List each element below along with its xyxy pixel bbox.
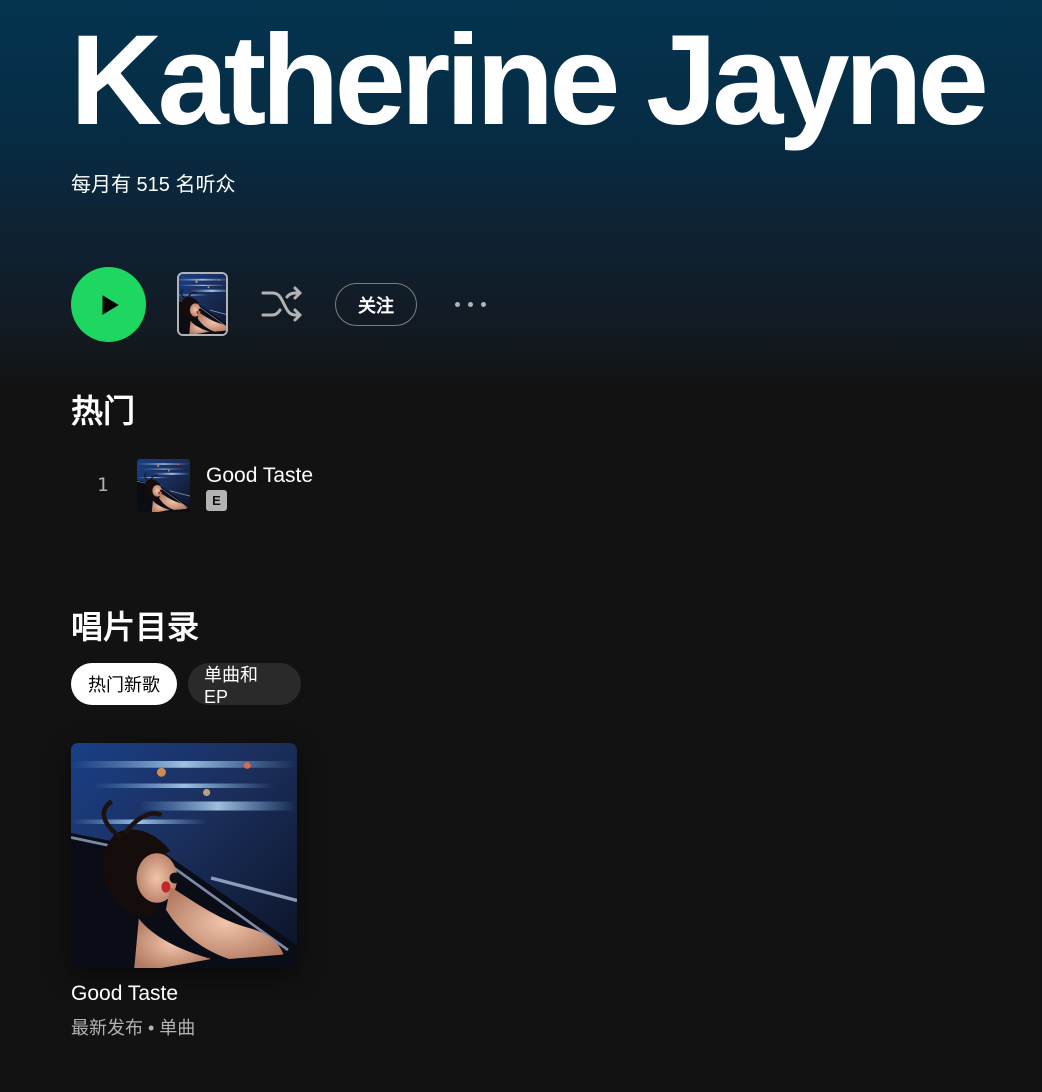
filter-chip-popular-releases[interactable]: 热门新歌	[71, 663, 177, 705]
explicit-badge: E	[206, 490, 227, 511]
album-meta: 最新发布 • 单曲	[71, 1018, 196, 1038]
shuffle-icon	[260, 284, 304, 324]
artist-name: Katherine Jayne	[70, 9, 989, 152]
filter-chip-singles-eps[interactable]: 单曲和 EP	[188, 663, 301, 707]
album-cover-image	[71, 743, 297, 968]
monthly-listeners: 每月有 515 名听众	[71, 174, 236, 196]
discography-section-title: 唱片目录	[71, 609, 200, 645]
album-title[interactable]: Good Taste	[71, 982, 297, 1006]
artist-page: Katherine Jayne 每月有 515 名听众 关注 热门 1 Good…	[0, 0, 1042, 1092]
popular-section-title: 热门	[71, 393, 136, 429]
shuffle-button[interactable]	[258, 282, 306, 326]
follow-button[interactable]: 关注	[335, 283, 417, 326]
track-cover-image	[137, 459, 190, 512]
play-icon	[96, 292, 122, 318]
track-row[interactable]: 1 Good Taste E	[71, 450, 971, 520]
track-title[interactable]: Good Taste	[206, 464, 313, 488]
album-card[interactable]: Good Taste 最新发布 • 单曲	[71, 743, 297, 1040]
more-options-button[interactable]	[448, 292, 492, 316]
track-number: 1	[97, 474, 109, 496]
play-button[interactable]	[71, 267, 146, 342]
more-options-icon	[454, 301, 460, 307]
artist-preview-thumbnail[interactable]	[177, 272, 228, 336]
